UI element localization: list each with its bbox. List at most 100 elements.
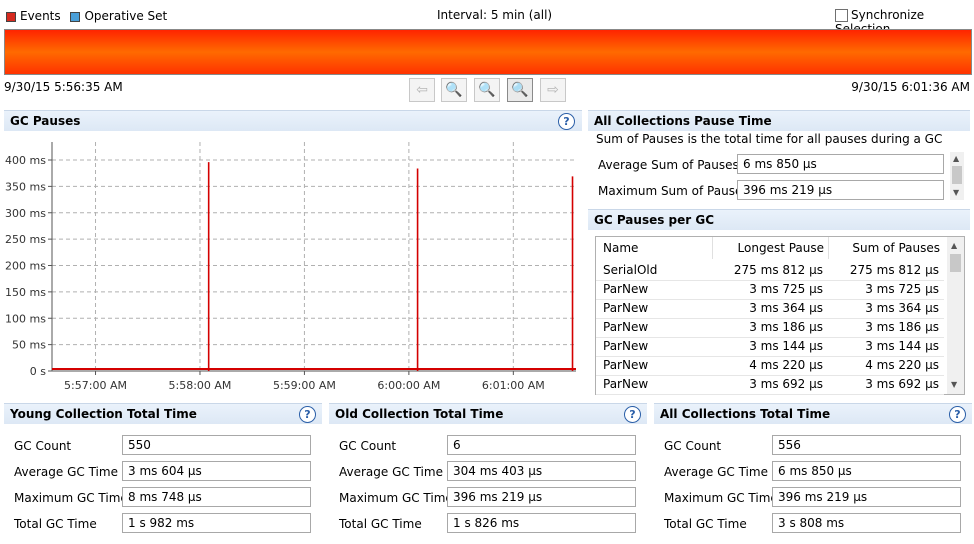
scroll-thumb <box>950 254 961 272</box>
gc-name-cell: ParNew <box>603 377 649 391</box>
x-tick-label: 5:59:00 AM <box>273 379 336 392</box>
interval-label: Interval: 5 min (all) <box>437 8 553 22</box>
stat-label: Average GC Time <box>14 465 118 479</box>
stat-label: Maximum GC Time <box>14 491 128 505</box>
gc-name-cell: ParNew <box>603 301 649 315</box>
y-tick-label: 250 ms <box>5 233 46 246</box>
stat-label: GC Count <box>664 439 722 453</box>
timeline-range-bar[interactable] <box>4 29 972 75</box>
gc-pauses-table[interactable]: Name Longest Pause Sum of Pauses SerialO… <box>595 236 965 395</box>
gc-pauses-chart[interactable]: 400 ms 350 ms 300 ms 250 ms 200 ms 150 ms 100 … <box>0 132 584 394</box>
gc-pauses-title: GC Pauses <box>4 110 582 131</box>
panel-title-0: Young Collection Total Time <box>4 403 322 424</box>
help-icon[interactable]: ? <box>558 113 575 130</box>
help-icon[interactable]: ? <box>299 406 316 423</box>
stat-value-field[interactable]: 6 ms 850 µs <box>772 461 961 481</box>
average-sum-label: Average Sum of Pauses <box>598 158 739 172</box>
gc-name-cell: ParNew <box>603 282 649 296</box>
stat-label: Maximum GC Time <box>664 491 778 505</box>
table-row[interactable]: ParNew 3 ms 725 µs 3 ms 725 µs <box>596 280 944 300</box>
y-tick-label: 200 ms <box>5 260 46 273</box>
events-legend-label: Events <box>20 9 61 23</box>
chart-grid <box>52 142 576 371</box>
longest-pause-cell: 3 ms 186 µs <box>749 320 823 334</box>
y-tick-label: 150 ms <box>5 286 46 299</box>
table-row[interactable]: ParNew 3 ms 186 µs 3 ms 186 µs <box>596 318 944 338</box>
gc-pauses-per-gc-title: GC Pauses per GC <box>588 209 970 230</box>
stat-label: Maximum GC Time <box>339 491 453 505</box>
zoom-fit-icon: 🔍 <box>478 82 496 98</box>
operative-set-legend-label: Operative Set <box>84 9 168 23</box>
gc-name-cell: SerialOld <box>603 263 658 277</box>
gc-name-cell: ParNew <box>603 358 649 372</box>
gc-pause-series <box>52 162 576 371</box>
stat-value-field[interactable]: 1 s 982 ms <box>122 513 311 533</box>
longest-pause-cell: 3 ms 144 µs <box>749 339 823 353</box>
pause-time-scrollbar[interactable]: ▲ ▼ <box>950 152 964 200</box>
scroll-up-icon: ▲ <box>951 241 958 250</box>
stat-value-field[interactable]: 3 s 808 ms <box>772 513 961 533</box>
table-row[interactable]: SerialOld 275 ms 812 µs 275 ms 812 µs <box>596 261 944 281</box>
column-header-sum-of-pauses[interactable]: Sum of Pauses <box>828 237 940 259</box>
column-header-name[interactable]: Name <box>603 237 638 259</box>
all-collections-pause-time-title: All Collections Pause Time <box>588 110 970 131</box>
stat-label: GC Count <box>339 439 397 453</box>
stat-value-field[interactable]: 556 <box>772 435 961 455</box>
scroll-left-button[interactable]: ⇦ <box>409 78 435 102</box>
table-scrollbar[interactable]: ▲ ▼ <box>947 237 964 394</box>
longest-pause-cell: 4 ms 220 µs <box>749 358 823 372</box>
x-tick-label: 5:58:00 AM <box>169 379 232 392</box>
zoom-in-button[interactable]: 🔍 <box>507 78 533 102</box>
stat-value-field[interactable]: 6 <box>447 435 636 455</box>
x-axis: 5:57:00 AM 5:58:00 AM 5:59:00 AM 6:00:00 AM… <box>52 370 576 392</box>
help-icon[interactable]: ? <box>624 406 641 423</box>
column-header-longest-pause[interactable]: Longest Pause <box>712 237 824 259</box>
arrow-right-icon: ⇨ <box>547 82 559 98</box>
longest-pause-cell: 3 ms 364 µs <box>749 301 823 315</box>
maximum-sum-field[interactable]: 396 ms 219 µs <box>737 180 944 200</box>
y-axis: 400 ms 350 ms 300 ms 250 ms 200 ms 150 ms 100 … <box>5 142 53 378</box>
scroll-down-icon: ▼ <box>953 188 960 197</box>
table-row[interactable]: ParNew 4 ms 220 µs 4 ms 220 µs <box>596 356 944 376</box>
x-tick-label: 6:01:00 AM <box>482 379 545 392</box>
operative-set-legend-swatch <box>70 11 81 22</box>
stat-value-field[interactable]: 3 ms 604 µs <box>122 461 311 481</box>
sum-of-pauses-cell: 3 ms 364 µs <box>865 301 939 315</box>
maximum-sum-label: Maximum Sum of Pauses <box>598 184 749 198</box>
longest-pause-cell: 275 ms 812 µs <box>733 263 823 277</box>
sum-of-pauses-cell: 3 ms 186 µs <box>865 320 939 334</box>
stat-label: Total GC Time <box>14 517 97 531</box>
scroll-right-button[interactable]: ⇨ <box>540 78 566 102</box>
table-row[interactable]: ParNew 3 ms 144 µs 3 ms 144 µs <box>596 337 944 357</box>
y-tick-label: 400 ms <box>5 154 46 167</box>
events-legend-swatch <box>6 11 16 22</box>
timeline-start: 9/30/15 5:56:35 AM <box>4 80 123 94</box>
stat-value-field[interactable]: 396 ms 219 µs <box>447 487 636 507</box>
zoom-fit-button[interactable]: 🔍 <box>474 78 500 102</box>
sum-of-pauses-cell: 3 ms 144 µs <box>865 339 939 353</box>
y-tick-label: 100 ms <box>5 312 46 325</box>
stat-value-field[interactable]: 1 s 826 ms <box>447 513 636 533</box>
stat-value-field[interactable]: 304 ms 403 µs <box>447 461 636 481</box>
stat-value-field[interactable]: 396 ms 219 µs <box>772 487 961 507</box>
zoom-out-button[interactable]: 🔍 <box>441 78 467 102</box>
timeline-end: 9/30/15 6:01:36 AM <box>851 80 970 94</box>
table-row[interactable]: ParNew 3 ms 364 µs 3 ms 364 µs <box>596 299 944 319</box>
average-sum-field[interactable]: 6 ms 850 µs <box>737 154 944 174</box>
checkbox-icon[interactable] <box>835 9 848 22</box>
panel-title-2: All Collections Total Time <box>654 403 972 424</box>
scroll-down-icon: ▼ <box>951 380 958 389</box>
help-icon[interactable]: ? <box>949 406 966 423</box>
stat-label: Total GC Time <box>664 517 747 531</box>
y-tick-label: 300 ms <box>5 207 46 220</box>
stat-value-field[interactable]: 550 <box>122 435 311 455</box>
sum-of-pauses-cell: 275 ms 812 µs <box>849 263 939 277</box>
longest-pause-cell: 3 ms 692 µs <box>749 377 823 391</box>
scroll-up-icon: ▲ <box>953 154 960 163</box>
gc-name-cell: ParNew <box>603 320 649 334</box>
gc-name-cell: ParNew <box>603 339 649 353</box>
legend: Events Operative Set <box>6 9 167 23</box>
table-row[interactable]: ParNew 3 ms 692 µs 3 ms 692 µs <box>596 375 944 395</box>
stat-value-field[interactable]: 8 ms 748 µs <box>122 487 311 507</box>
scroll-thumb <box>952 166 962 184</box>
